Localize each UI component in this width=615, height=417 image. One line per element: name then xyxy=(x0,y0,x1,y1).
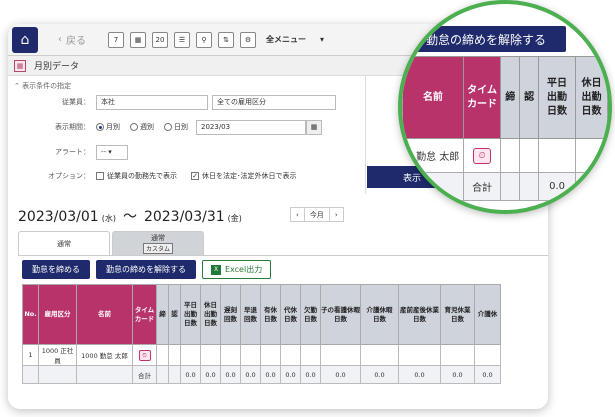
settings-icon[interactable]: ⚙ xyxy=(240,31,256,48)
tab-normal-custom[interactable]: 通常 カスタム xyxy=(112,231,204,255)
sort-icon[interactable]: ⇅ xyxy=(218,31,234,48)
column-header[interactable]: 雇用区分 xyxy=(38,284,77,345)
calendar-icon[interactable]: ▦ xyxy=(130,31,146,48)
column-header[interactable]: 育児休業 日数 xyxy=(440,284,475,345)
column-header[interactable]: No. xyxy=(22,284,39,345)
calendar-2020-icon[interactable]: 20 xyxy=(152,31,168,48)
period-input[interactable]: 2023/03 xyxy=(196,119,306,135)
next-period-button[interactable]: › xyxy=(329,208,343,221)
column-header[interactable]: 有休 日数 xyxy=(260,284,281,345)
column-header[interactable]: 介護休 xyxy=(474,284,501,345)
timecard-icon[interactable]: ⏲ xyxy=(138,349,151,361)
total-row: 合計 0.0 0.0 0.0 0.0 0.0 0.0 0.0 0.0 0.0 0.0 0.0 0.0 xyxy=(22,365,501,384)
column-header[interactable]: 欠勤 日数 xyxy=(300,284,321,345)
timecard-icon[interactable]: ⏲ xyxy=(473,147,492,164)
column-header[interactable]: 認 xyxy=(168,284,181,345)
radio-weekly[interactable]: 週別 xyxy=(130,122,154,132)
chevron-left-icon: ‹ xyxy=(58,34,62,45)
search-icon[interactable]: ⚲ xyxy=(196,31,212,48)
radio-daily[interactable]: 日別 xyxy=(164,122,188,132)
column-header[interactable]: 代休 日数 xyxy=(280,284,301,345)
column-header[interactable]: 子の看護休暇 日数 xyxy=(320,284,361,345)
table-row: 0 勤怠 太郎 ⏲ xyxy=(402,138,608,173)
calendar-icon: ▦ xyxy=(14,59,26,72)
total-row: 合計 0.0 0.0 xyxy=(402,172,608,201)
radio-monthly[interactable]: 月別 xyxy=(96,122,120,132)
zoom-unclose-button[interactable]: 勤怠の締めを解除する xyxy=(406,26,566,52)
column-header[interactable]: 休日 出勤 日数 xyxy=(200,284,221,345)
column-header[interactable]: 平日 出勤 日数 xyxy=(537,56,577,139)
zoom-callout: 勤怠の締めを解除する 名前 タイム カード締認平日 出勤 日数 休日 出勤 日数 0… xyxy=(398,0,612,214)
view-tabs: 通常 通常 カスタム xyxy=(18,231,204,255)
close-attendance-button[interactable]: 勤怠を締める xyxy=(22,260,90,279)
column-header[interactable]: 産前産後休業 日数 xyxy=(398,284,441,345)
column-header[interactable]: 締 xyxy=(500,56,521,139)
table-row: 1 1000 正社員 1000 勤怠 太郎 ⏲ xyxy=(22,344,501,366)
zoom-table: 名前 タイム カード締認平日 出勤 日数 休日 出勤 日数 0 勤怠 太郎 ⏲ 合計… xyxy=(402,56,608,201)
column-header[interactable]: 名前 xyxy=(76,284,133,345)
employee-field[interactable]: 本社 xyxy=(96,94,208,110)
collapse-icon: ⌃ xyxy=(14,82,20,90)
column-header[interactable]: 平日 出勤 日数 xyxy=(180,284,201,345)
tab-normal[interactable]: 通常 xyxy=(18,231,110,255)
alert-label: アラート： xyxy=(55,148,90,156)
column-header[interactable]: 休日 出勤 日数 xyxy=(575,56,608,139)
back-button[interactable]: ‹ 戻る xyxy=(58,32,86,47)
conditions-header[interactable]: ⌃ 表示条件の指定 xyxy=(14,81,71,91)
current-month-button[interactable]: 今月 xyxy=(304,208,330,221)
column-header[interactable]: 締 xyxy=(156,284,169,345)
column-header[interactable]: タイム カード xyxy=(132,284,157,345)
calendar-picker-icon[interactable]: ▦ xyxy=(306,119,322,135)
column-header[interactable]: 認 xyxy=(519,56,539,139)
date-range: 2023/03/01 (水) 〜 2023/03/31 (金) xyxy=(18,209,242,225)
prev-period-button[interactable]: ‹ xyxy=(291,208,305,221)
page-title: 月別データ xyxy=(34,62,80,72)
employment-type-field[interactable]: 全ての雇用区分 xyxy=(212,94,336,110)
option2-label: 休日を法定･法定外休日で表示 xyxy=(202,172,297,180)
option1-label: 従業員の勤務先で表示 xyxy=(107,172,177,180)
period-label: 表示期間： xyxy=(55,123,90,131)
option2-checkbox[interactable]: ✓ xyxy=(191,172,199,180)
action-buttons: 勤怠を締める 勤怠の締めを解除する X Excel出力 xyxy=(22,260,272,279)
column-header[interactable]: タイム カード xyxy=(462,56,502,139)
list-icon[interactable]: ☰ xyxy=(174,31,190,48)
attendance-table: No. 雇用区分 名前 タイム カード締認平日 出勤 日数 休日 出勤 日数 遅刻 回数早… xyxy=(22,284,501,384)
column-header[interactable]: 名前 xyxy=(402,56,464,139)
excel-export-button[interactable]: X Excel出力 xyxy=(202,260,272,279)
option-label: オプション： xyxy=(48,172,90,180)
column-header[interactable]: 介護休暇 日数 xyxy=(360,284,399,345)
calendar-7-icon[interactable]: 7 xyxy=(108,31,124,48)
chevron-down-icon: ▾ xyxy=(320,35,325,44)
period-nav: ‹ 今月 › xyxy=(290,207,344,222)
excel-icon: X xyxy=(211,264,221,275)
unclose-attendance-button[interactable]: 勤怠の締めを解除する xyxy=(96,260,196,279)
column-header[interactable]: 遅刻 回数 xyxy=(220,284,241,345)
alert-select[interactable]: -- ▾ xyxy=(96,144,128,160)
option1-checkbox[interactable] xyxy=(96,172,104,180)
employee-label: 従業員： xyxy=(62,98,90,106)
column-header[interactable]: 早退 回数 xyxy=(240,284,261,345)
main-menu[interactable]: 全メニュー ▾ xyxy=(266,34,324,45)
conditions-panel: ⌃ 表示条件の指定 従業員： 本社 全ての雇用区分 表示期間： 月別 週別 日別… xyxy=(8,76,363,194)
home-icon[interactable]: ⌂ xyxy=(12,26,38,53)
